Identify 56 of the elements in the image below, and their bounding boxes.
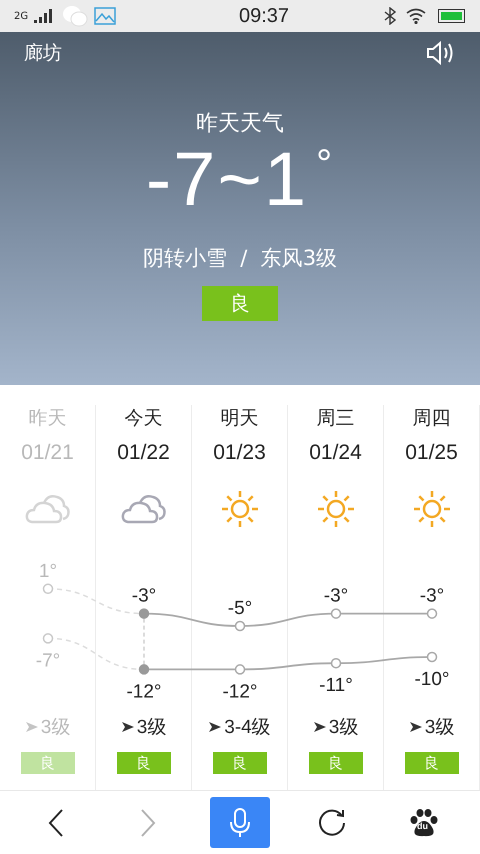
wind-direction-icon bbox=[312, 721, 327, 733]
image-icon bbox=[94, 7, 116, 25]
day-date: 01/24 bbox=[309, 441, 362, 465]
wind-level: 3级 bbox=[40, 716, 70, 740]
battery-icon bbox=[438, 9, 466, 23]
temperature-label: -12° bbox=[126, 681, 162, 702]
wind-direction-icon bbox=[24, 721, 39, 733]
temperature-label: -7° bbox=[36, 650, 60, 672]
paw-icon bbox=[409, 808, 439, 838]
day-name: 明天 bbox=[220, 406, 258, 431]
refresh-icon bbox=[317, 808, 347, 838]
temperature-label: -12° bbox=[222, 681, 258, 702]
air-quality-badge: 良 bbox=[116, 752, 170, 774]
wind-level: 3-4级 bbox=[224, 716, 271, 740]
air-quality-badge: 良 bbox=[212, 752, 266, 774]
air-quality-badge: 良 bbox=[20, 752, 74, 774]
day-name: 周三 bbox=[316, 406, 354, 431]
clock-time: 09:37 bbox=[238, 4, 290, 28]
weather-title: 昨天天气 bbox=[196, 110, 284, 138]
wind-direction-icon bbox=[208, 721, 222, 733]
temperature-range: -7~1$^{°}$ bbox=[146, 142, 334, 218]
wind-level: 3级 bbox=[328, 716, 358, 740]
city-name: 廊坊 bbox=[24, 41, 62, 66]
wind-direction-icon bbox=[408, 721, 423, 733]
guide-line bbox=[143, 618, 145, 664]
chevron-right-icon bbox=[140, 808, 156, 836]
voice-button[interactable] bbox=[210, 797, 270, 848]
chat-icon bbox=[62, 5, 88, 27]
day-date: 01/25 bbox=[405, 441, 458, 465]
wind-level: 3级 bbox=[424, 716, 454, 740]
wind-level: 3级 bbox=[136, 716, 166, 740]
temperature-label: -11° bbox=[319, 675, 353, 696]
temperature-label: -10° bbox=[414, 669, 450, 690]
temperature-label: -3° bbox=[420, 586, 444, 607]
day-date: 01/22 bbox=[117, 441, 170, 465]
wind-direction-icon bbox=[120, 721, 135, 733]
day-name: 昨天 bbox=[28, 406, 66, 431]
day-name: 周四 bbox=[412, 406, 450, 431]
bluetooth-icon bbox=[384, 7, 396, 25]
day-date: 01/21 bbox=[21, 441, 74, 465]
chevron-left-icon bbox=[48, 808, 64, 836]
logo-button[interactable]: du bbox=[394, 797, 454, 848]
day-date: 01/23 bbox=[213, 441, 266, 465]
wifi-icon bbox=[406, 8, 428, 24]
temperature-label: -5° bbox=[228, 598, 252, 619]
network-type: 2G bbox=[14, 10, 28, 22]
temperature-label: 1° bbox=[38, 560, 58, 582]
air-quality-badge: 良 bbox=[202, 286, 278, 321]
logo-text: du bbox=[417, 822, 428, 830]
day-name: 今天 bbox=[124, 406, 162, 431]
microphone-icon bbox=[230, 808, 250, 838]
temperature-label: -3° bbox=[132, 586, 156, 607]
air-quality-badge: 良 bbox=[308, 752, 362, 774]
temperature-label: -3° bbox=[324, 586, 348, 607]
weather-condition: 阴转小雪 / 东风3级 bbox=[142, 245, 338, 272]
air-quality-badge: 良 bbox=[404, 752, 458, 774]
